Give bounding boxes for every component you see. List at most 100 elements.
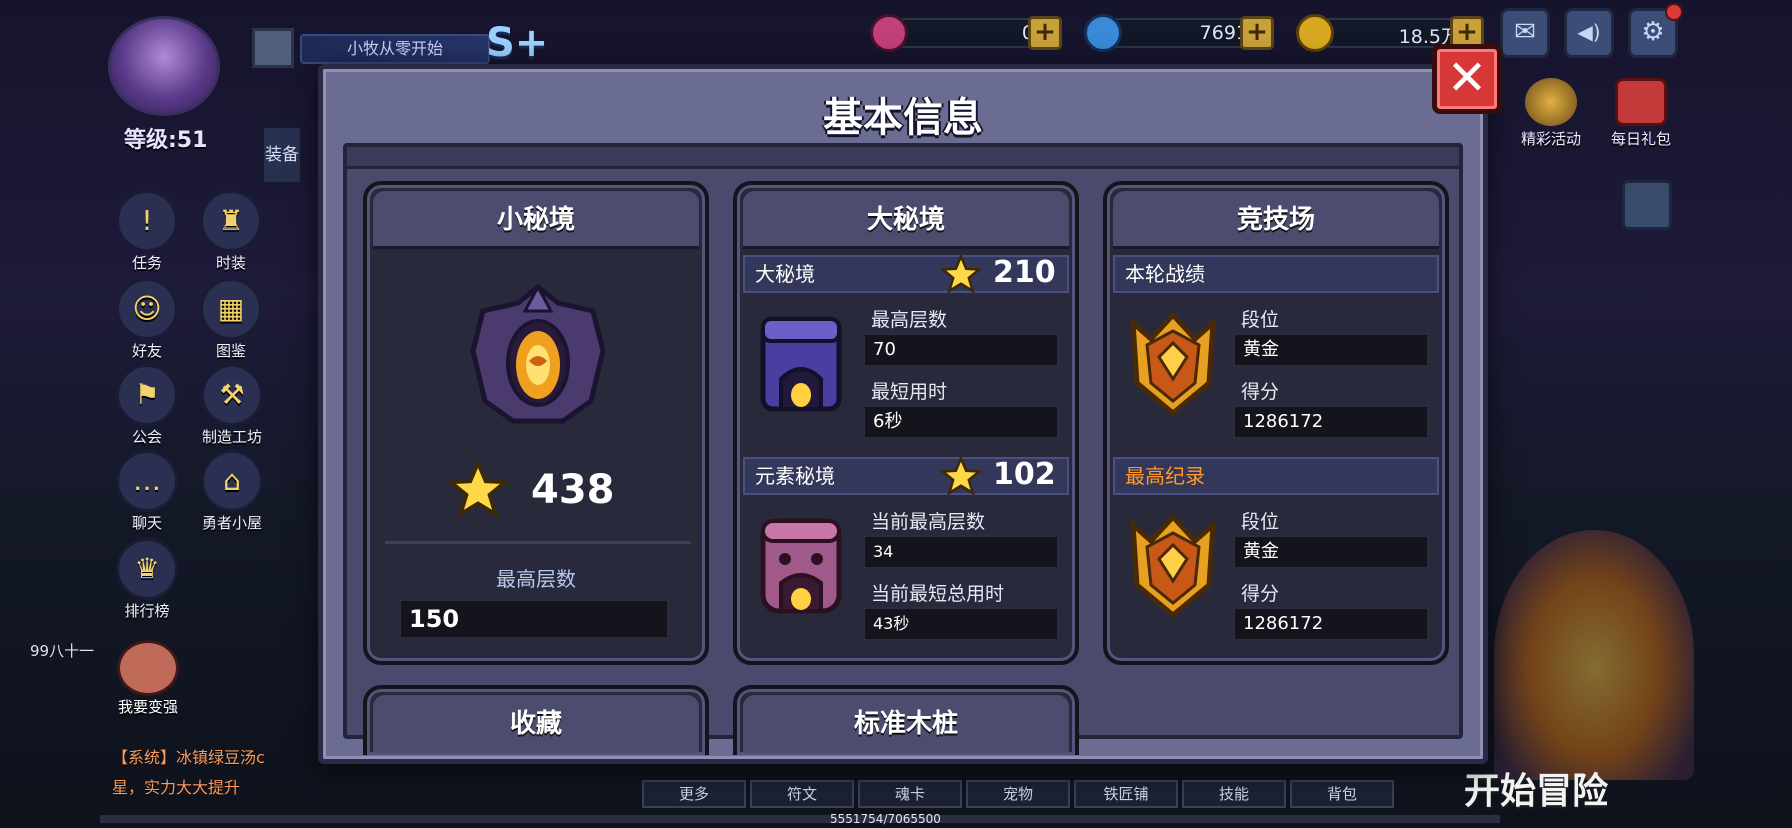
system-chat-line[interactable]: 【系统】冰镇绿豆汤c xyxy=(112,744,265,768)
current-min-total-time-label: 当前最短总用时 xyxy=(871,583,1005,605)
tab-skills[interactable]: 技能 xyxy=(1182,780,1286,808)
resource-bar: 7691 xyxy=(1114,18,1258,48)
small-realm-card: 小秘境 438 最高层数 150 xyxy=(363,181,709,665)
content-top-strip xyxy=(347,147,1459,169)
avatar[interactable] xyxy=(108,16,220,116)
trophy-icon: ♛ xyxy=(116,538,178,600)
training-dummy-card: 标准木桩 xyxy=(733,685,1079,755)
big-realm-min-time: 6秒 xyxy=(863,405,1059,439)
menu-leaderboard[interactable]: ♛ 排行榜 xyxy=(112,538,182,621)
close-button[interactable]: ✕ xyxy=(1432,44,1502,114)
start-adventure-button[interactable]: 开始冒险 xyxy=(1464,762,1608,814)
menu-hero-house[interactable]: ⌂ 勇者小屋 xyxy=(190,450,274,533)
get-stronger-label: 我要变强 xyxy=(117,698,178,716)
min-time-label: 最短用时 xyxy=(871,381,948,403)
workshop-icon: ⚒ xyxy=(201,364,263,426)
menu-codex[interactable]: ▦ 图鉴 xyxy=(196,278,266,361)
house-icon: ⌂ xyxy=(201,450,263,512)
element-realm-tower-icon xyxy=(760,518,842,614)
section-name: 大秘境 xyxy=(755,262,815,286)
rank-label: 段位 xyxy=(1241,511,1280,533)
divider xyxy=(385,541,691,544)
gear-icon: ⚙ xyxy=(1641,17,1665,47)
menu-label: 制造工坊 xyxy=(201,428,262,446)
menu-chat[interactable]: … 聊天 xyxy=(112,450,182,533)
event-daily-gift[interactable]: 每日礼包 xyxy=(1600,78,1682,149)
menu-workshop[interactable]: ⚒ 制造工坊 xyxy=(190,364,274,447)
card-title: 小秘境 xyxy=(373,191,699,249)
card-title: 大秘境 xyxy=(743,191,1069,249)
player-avatar-area[interactable]: 等级:51 xyxy=(102,10,242,153)
menu-label: 聊天 xyxy=(131,514,162,532)
element-realm-current-max-floor: 34 xyxy=(863,535,1059,569)
menu-friends[interactable]: ☺ 好友 xyxy=(112,278,182,361)
event-activities[interactable]: 精彩活动 xyxy=(1510,78,1592,149)
menu-guild[interactable]: ⚑ 公会 xyxy=(112,364,182,447)
star-icon xyxy=(941,255,981,293)
add-diamonds-button[interactable]: + xyxy=(1240,16,1274,50)
tab-blacksmith[interactable]: 铁匠铺 xyxy=(1074,780,1178,808)
notification-dot xyxy=(1665,3,1683,21)
current-rank: 黄金 xyxy=(1233,333,1429,367)
settings-button[interactable]: ⚙ xyxy=(1628,3,1683,58)
rank-label: 段位 xyxy=(1241,309,1280,331)
menu-label: 勇者小屋 xyxy=(201,514,262,532)
get-stronger-icon xyxy=(117,640,179,696)
card-title: 收藏 xyxy=(373,695,699,753)
small-realm-max-floor: 150 xyxy=(399,599,669,639)
gold-rank-badge-icon xyxy=(1130,513,1216,619)
menu-quests[interactable]: ! 任务 xyxy=(112,190,182,273)
menu-label: 公会 xyxy=(131,428,162,446)
big-realm-max-floor: 70 xyxy=(863,333,1059,367)
exp-text: 5551754/7065500 xyxy=(830,812,941,826)
score-label: 得分 xyxy=(1241,583,1280,605)
menu-fashion[interactable]: ♜ 时装 xyxy=(196,190,266,273)
element-realm-stars: 102 xyxy=(993,457,1056,492)
current-score: 1286172 xyxy=(1233,405,1429,439)
rank-logo: S+ xyxy=(486,20,549,66)
basic-info-modal: 基本信息 小秘境 438 最高层数 150 大秘境 大秘境 210 最高层数 7… xyxy=(318,64,1488,764)
arena-card: 竞技场 本轮战绩 段位 黄金 得分 1286172 最高纪录 段位 黄金 得分 … xyxy=(1103,181,1449,665)
equipment-tab[interactable]: 装备 xyxy=(262,126,302,184)
event-label: 精彩活动 xyxy=(1520,130,1581,148)
element-realm-current-min-total-time: 43秒 xyxy=(863,607,1059,641)
exp-bar xyxy=(100,815,1500,823)
quest-icon: ! xyxy=(116,190,178,252)
ghost-icon[interactable] xyxy=(1622,180,1672,230)
resource-diamonds: 7691 + xyxy=(1084,14,1284,52)
card-title: 标准木桩 xyxy=(743,695,1069,753)
modal-content[interactable]: 小秘境 438 最高层数 150 大秘境 大秘境 210 最高层数 70 最短用… xyxy=(343,143,1463,755)
get-stronger-button[interactable]: 我要变强 xyxy=(110,640,186,717)
system-chat-line[interactable]: 星，实力大大提升 xyxy=(112,774,240,798)
menu-label: 图鉴 xyxy=(215,342,246,360)
mail-button[interactable]: ✉ xyxy=(1500,8,1550,58)
resource-gems: 0 + xyxy=(870,14,1070,52)
sound-button[interactable]: ◀) xyxy=(1564,8,1614,58)
gift-box-icon[interactable] xyxy=(252,28,294,68)
tab-pets[interactable]: 宠物 xyxy=(966,780,1070,808)
tab-runes[interactable]: 符文 xyxy=(750,780,854,808)
friend-count: 99八十一 xyxy=(30,642,95,660)
activity-icon xyxy=(1525,78,1577,126)
max-floor-label: 最高层数 xyxy=(871,309,948,331)
big-realm-card: 大秘境 大秘境 210 最高层数 70 最短用时 6秒 元素秘境 102 当前最… xyxy=(733,181,1079,665)
star-icon xyxy=(449,461,507,517)
current-max-floor-label: 当前最高层数 xyxy=(871,511,986,533)
section-name: 元素秘境 xyxy=(755,464,835,488)
menu-label: 好友 xyxy=(131,342,162,360)
menu-label: 任务 xyxy=(131,254,162,272)
best-score: 1286172 xyxy=(1233,607,1429,641)
modal-title: 基本信息 xyxy=(823,95,983,141)
add-gems-button[interactable]: + xyxy=(1028,16,1062,50)
friends-icon: ☺ xyxy=(116,278,178,340)
small-realm-portal-icon xyxy=(470,283,606,424)
tab-more[interactable]: 更多 xyxy=(642,780,746,808)
tab-soul-cards[interactable]: 魂卡 xyxy=(858,780,962,808)
tab-backpack[interactable]: 背包 xyxy=(1290,780,1394,808)
player-level: 等级:51 xyxy=(124,128,208,153)
guild-icon: ⚑ xyxy=(116,364,178,426)
player-name: 小牧从零开始 xyxy=(300,34,490,64)
menu-label: 排行榜 xyxy=(124,602,170,620)
resource-bar: 0 xyxy=(900,18,1044,48)
gift-icon xyxy=(1615,78,1667,126)
